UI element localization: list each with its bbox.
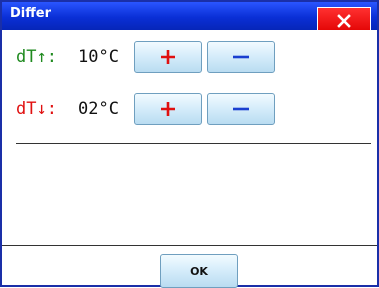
- plus-icon: [161, 102, 175, 116]
- divider: [16, 143, 371, 144]
- close-icon: [337, 14, 351, 28]
- dt-up-label: dT↑:: [16, 47, 57, 67]
- differ-dialog: Differ dT↑: 10°C dT↓: 02°C OK: [0, 0, 379, 288]
- dt-up-increase-button[interactable]: [134, 41, 202, 73]
- dt-up-decrease-button[interactable]: [207, 41, 275, 73]
- ok-button[interactable]: OK: [160, 254, 238, 288]
- dt-down-value: 02°C: [78, 99, 119, 119]
- minus-icon: [233, 55, 249, 59]
- dt-down-decrease-button[interactable]: [207, 93, 275, 125]
- footer-divider: [2, 245, 377, 246]
- window-title: Differ: [10, 6, 52, 21]
- dt-down-row: dT↓: 02°C: [16, 92, 280, 126]
- dt-down-label: dT↓:: [16, 99, 57, 119]
- plus-icon: [161, 50, 175, 64]
- dt-up-value: 10°C: [78, 47, 119, 67]
- dt-down-increase-button[interactable]: [134, 93, 202, 125]
- title-bar[interactable]: Differ: [2, 2, 377, 35]
- dt-up-row: dT↑: 10°C: [16, 40, 280, 74]
- minus-icon: [233, 107, 249, 111]
- dialog-content: dT↑: 10°C dT↓: 02°C OK: [2, 30, 377, 288]
